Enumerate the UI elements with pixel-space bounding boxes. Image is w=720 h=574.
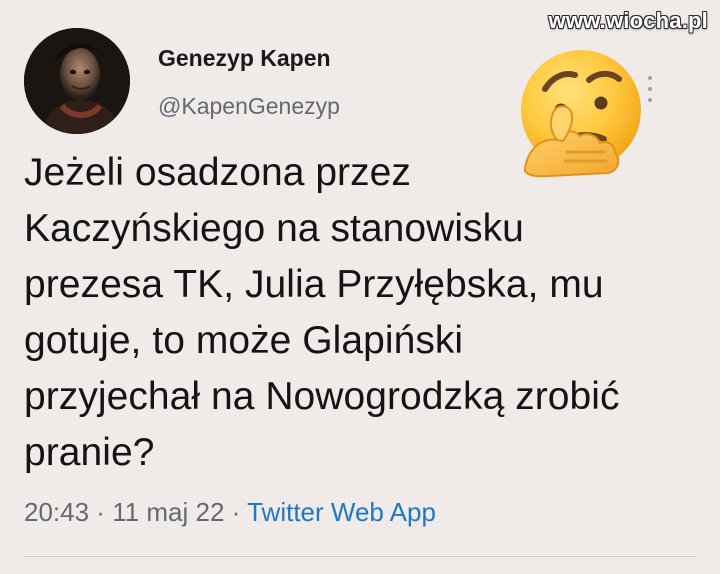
avatar[interactable] <box>24 28 130 134</box>
tweet-date[interactable]: 11 maj 22 <box>112 497 224 527</box>
divider <box>24 556 696 557</box>
user-display-name[interactable]: Genezyp Kapen <box>158 45 331 72</box>
tweet-meta: 20:43 · 11 maj 22 · Twitter Web App <box>24 497 436 528</box>
meta-separator: · <box>89 497 113 527</box>
meta-separator: · <box>224 497 248 527</box>
tweet-time[interactable]: 20:43 <box>24 497 89 527</box>
tweet-text: Jeżeli osadzona przez Kaczyńskiego na st… <box>24 151 620 474</box>
user-handle[interactable]: @KapenGenezyp <box>158 93 340 120</box>
tweet-source-link[interactable]: Twitter Web App <box>247 497 436 527</box>
